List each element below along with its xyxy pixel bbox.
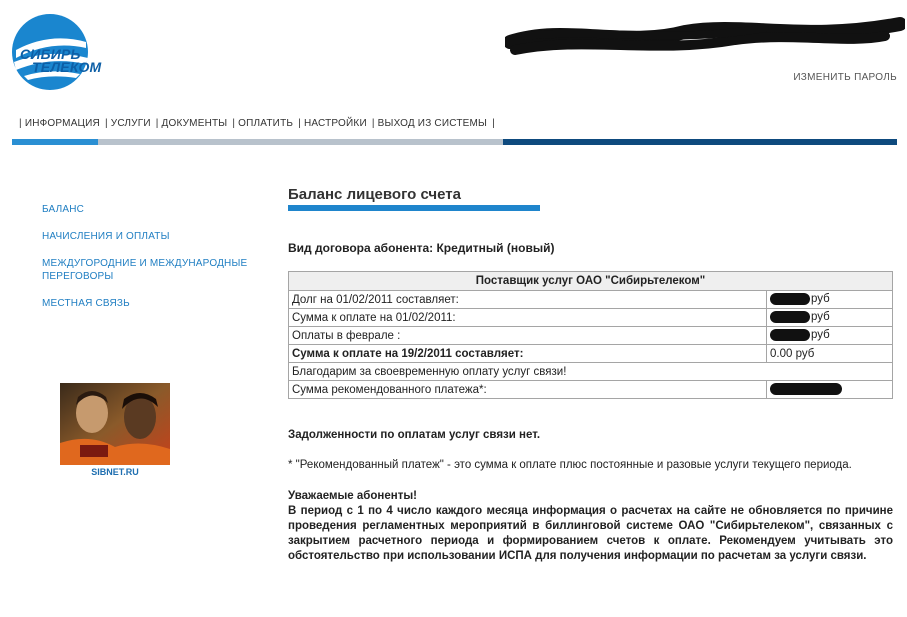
- table-row: Сумма рекомендованного платежа*:: [288, 380, 893, 399]
- sidebar: БАЛАНС НАЧИСЛЕНИЯ И ОПЛАТЫ МЕЖДУГОРОДНИЕ…: [42, 203, 262, 324]
- row-label: Сумма к оплате на 01/02/2011:: [288, 308, 767, 327]
- main-nav: | ИНФОРМАЦИЯ | УСЛУГИ | ДОКУМЕНТЫ | ОПЛАТИТЬ…: [19, 118, 495, 129]
- redacted-username-scribble: [505, 17, 905, 55]
- page-title: Баланс лицевого счета: [288, 186, 461, 203]
- table-row: Благодарим за своевременную оплату услуг…: [288, 362, 893, 381]
- row-label: Сумма рекомендованного платежа*:: [288, 380, 767, 399]
- nav-documents[interactable]: ДОКУМЕНТЫ: [162, 118, 228, 129]
- nav-pay[interactable]: ОПЛАТИТЬ: [238, 118, 293, 129]
- provider-header: Поставщик услуг ОАО "Сибирьтелеком": [288, 271, 893, 291]
- change-password-link[interactable]: ИЗМЕНИТЬ ПАРОЛЬ: [793, 72, 897, 83]
- sidebar-item-long-distance[interactable]: МЕЖДУГОРОДНИЕ И МЕЖДУНАРОДНЫЕ ПЕРЕГОВОРЫ: [42, 257, 262, 283]
- row-value: руб: [766, 326, 893, 345]
- nav-bar-segment-middle: [98, 139, 503, 145]
- table-row: Оплаты в феврале : руб: [288, 326, 893, 345]
- contract-type: Вид договора абонента: Кредитный (новый): [288, 241, 555, 255]
- nav-bar-segment-right: [503, 139, 897, 145]
- table-row: Сумма к оплате на 19/2/2011 составляет: …: [288, 344, 893, 363]
- balance-table: Поставщик услуг ОАО "Сибирьтелеком" Долг…: [288, 271, 893, 399]
- redacted-amount: [770, 329, 810, 342]
- redacted-amount: [770, 293, 810, 306]
- nav-info[interactable]: ИНФОРМАЦИЯ: [25, 118, 100, 129]
- nav-services[interactable]: УСЛУГИ: [111, 118, 151, 129]
- sidebar-item-charges-payments[interactable]: НАЧИСЛЕНИЯ И ОПЛАТЫ: [42, 230, 262, 243]
- footnote: * "Рекомендованный платеж" - это сумма к…: [288, 459, 852, 471]
- row-label: Долг на 01/02/2011 составляет:: [288, 290, 767, 309]
- nav-logout[interactable]: ВЫХОД ИЗ СИСТЕМЫ: [378, 118, 487, 129]
- thank-you-message: Благодарим за своевременную оплату услуг…: [288, 362, 893, 381]
- redacted-amount: [770, 311, 810, 324]
- notice-block: Уважаемые абоненты! В период с 1 по 4 чи…: [288, 489, 893, 564]
- logo-text: СИБИРЬ ТЕЛЕКОМ: [10, 47, 102, 75]
- sidebar-item-balance[interactable]: БАЛАНС: [42, 203, 262, 216]
- redacted-amount: [770, 383, 842, 396]
- row-value: 0.00 руб: [766, 344, 893, 363]
- ad-banner-image[interactable]: [60, 383, 170, 465]
- table-row: Долг на 01/02/2011 составляет: руб: [288, 290, 893, 309]
- notice-text: В период с 1 по 4 число каждого месяца и…: [288, 505, 893, 562]
- no-debt-message: Задолженности по оплатам услуг связи нет…: [288, 429, 541, 441]
- title-underline: [288, 205, 540, 211]
- row-value: [766, 380, 893, 399]
- row-label: Оплаты в феврале :: [288, 326, 767, 345]
- nav-color-bar: [12, 139, 897, 145]
- row-value: руб: [766, 290, 893, 309]
- sibirtelecom-logo[interactable]: СИБИРЬ ТЕЛЕКОМ: [10, 12, 125, 92]
- row-label: Сумма к оплате на 19/2/2011 составляет:: [288, 344, 767, 363]
- table-row: Сумма к оплате на 01/02/2011: руб: [288, 308, 893, 327]
- nav-bar-segment-active: [12, 139, 98, 145]
- row-value: руб: [766, 308, 893, 327]
- nav-settings[interactable]: НАСТРОЙКИ: [304, 118, 367, 129]
- table-header-row: Поставщик услуг ОАО "Сибирьтелеком": [288, 271, 893, 291]
- sidebar-item-local[interactable]: МЕСТНАЯ СВЯЗЬ: [42, 297, 262, 310]
- sibnet-link[interactable]: SIBNET.RU: [60, 467, 170, 477]
- notice-title: Уважаемые абоненты!: [288, 490, 417, 502]
- logo-text-line2: ТЕЛЕКОМ: [32, 59, 102, 75]
